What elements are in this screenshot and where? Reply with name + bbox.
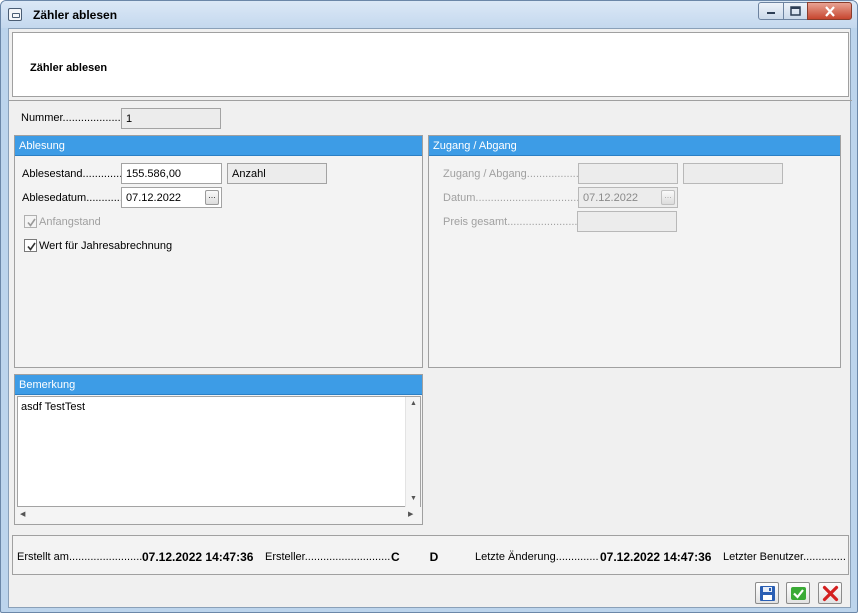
zugang-label: Zugang / Abgang................. — [443, 168, 579, 180]
jahresabrechnung-checkbox[interactable] — [24, 239, 37, 252]
title-bar[interactable]: Zähler ablesen — [1, 1, 857, 28]
scroll-up-icon[interactable]: ▲ — [410, 400, 417, 407]
ablesedatum-value: 07.12.2022 — [126, 192, 182, 204]
red-x-icon — [822, 585, 839, 602]
floppy-disk-icon — [760, 586, 775, 601]
ablesedatum-label: Ablesedatum.............. — [22, 192, 129, 204]
save-button[interactable] — [755, 582, 779, 604]
minimize-icon — [767, 12, 775, 14]
close-icon — [824, 5, 835, 17]
close-button[interactable] — [807, 2, 852, 20]
scroll-left-icon[interactable]: ◀ — [20, 510, 25, 518]
main-area: Nummer.................... 1 Ablesung Ab… — [9, 100, 852, 532]
bemerkung-text: asdf TestTest — [21, 401, 85, 413]
zugang-input[interactable] — [578, 163, 678, 184]
dialog-window: Zähler ablesen Zähler ablesen Nummer....… — [0, 0, 858, 613]
header-panel: Zähler ablesen — [12, 32, 849, 97]
nummer-label: Nummer.................... — [21, 112, 124, 124]
window-title: Zähler ablesen — [33, 8, 118, 22]
vertical-scrollbar[interactable]: ▲ ▼ — [405, 397, 420, 508]
minimize-button[interactable] — [758, 2, 784, 20]
calendar-ellipsis-icon[interactable]: ... — [661, 190, 675, 205]
ablesestand-input[interactable]: 155.586,00 — [121, 163, 222, 184]
zugang-group-header: Zugang / Abgang — [429, 136, 840, 156]
einheit-field: Anzahl — [227, 163, 327, 184]
checkmark-icon — [27, 218, 36, 227]
ablesung-group-header: Ablesung — [15, 136, 422, 156]
ersteller-label: Ersteller............................ — [265, 551, 391, 563]
footer-info-panel: Erstellt am......................... 07.… — [12, 535, 849, 575]
header-title: Zähler ablesen — [30, 62, 108, 74]
datum-input[interactable]: 07.12.2022 ... — [578, 187, 678, 208]
zugang-input-2[interactable] — [683, 163, 783, 184]
checkmark-icon — [27, 242, 36, 251]
ok-button[interactable] — [786, 582, 810, 604]
bemerkung-group: Bemerkung asdf TestTest ▲ ▼ ◀ ▶ — [14, 374, 423, 525]
anfangstand-checkbox[interactable] — [24, 215, 37, 228]
datum-label: Datum...................................… — [443, 192, 589, 204]
maximize-button[interactable] — [783, 2, 808, 20]
bemerkung-textarea[interactable]: asdf TestTest ▲ ▼ — [17, 396, 421, 508]
maximize-icon — [790, 6, 801, 16]
anfangstand-label: Anfangstand — [39, 216, 101, 228]
horizontal-scrollbar[interactable]: ◀ ▶ — [17, 507, 421, 522]
erstellt-value: 07.12.2022 14:47:36 — [142, 550, 254, 564]
ablesedatum-input[interactable]: 07.12.2022 ... — [121, 187, 222, 208]
checkmark-icon — [791, 587, 806, 600]
zugang-group: Zugang / Abgang Zugang / Abgang.........… — [428, 135, 841, 368]
jahresabrechnung-label: Wert für Jahresabrechnung — [39, 240, 173, 252]
preis-label: Preis gesamt.......................... — [443, 216, 587, 228]
ablesung-group: Ablesung Ablesestand............. 155.58… — [14, 135, 423, 368]
nummer-field[interactable]: 1 — [121, 108, 221, 129]
calendar-ellipsis-icon[interactable]: ... — [205, 190, 219, 205]
window-icon[interactable] — [8, 8, 22, 21]
ersteller-value: C D — [391, 550, 439, 564]
scroll-right-icon[interactable]: ▶ — [408, 510, 413, 518]
dialog-client: Zähler ablesen Nummer...................… — [8, 28, 852, 608]
aenderung-value: 07.12.2022 14:47:36 — [600, 550, 712, 564]
cancel-button[interactable] — [818, 582, 842, 604]
datum-value: 07.12.2022 — [583, 192, 639, 204]
erstellt-label: Erstellt am......................... — [17, 551, 146, 563]
bemerkung-group-header: Bemerkung — [15, 375, 422, 395]
benutzer-label: Letzter Benutzer.............. — [723, 551, 846, 563]
preis-input[interactable] — [577, 211, 677, 232]
ablesestand-label: Ablesestand............. — [22, 168, 123, 180]
aenderung-label: Letzte Änderung.............. — [475, 551, 599, 563]
scroll-down-icon[interactable]: ▼ — [410, 495, 417, 502]
